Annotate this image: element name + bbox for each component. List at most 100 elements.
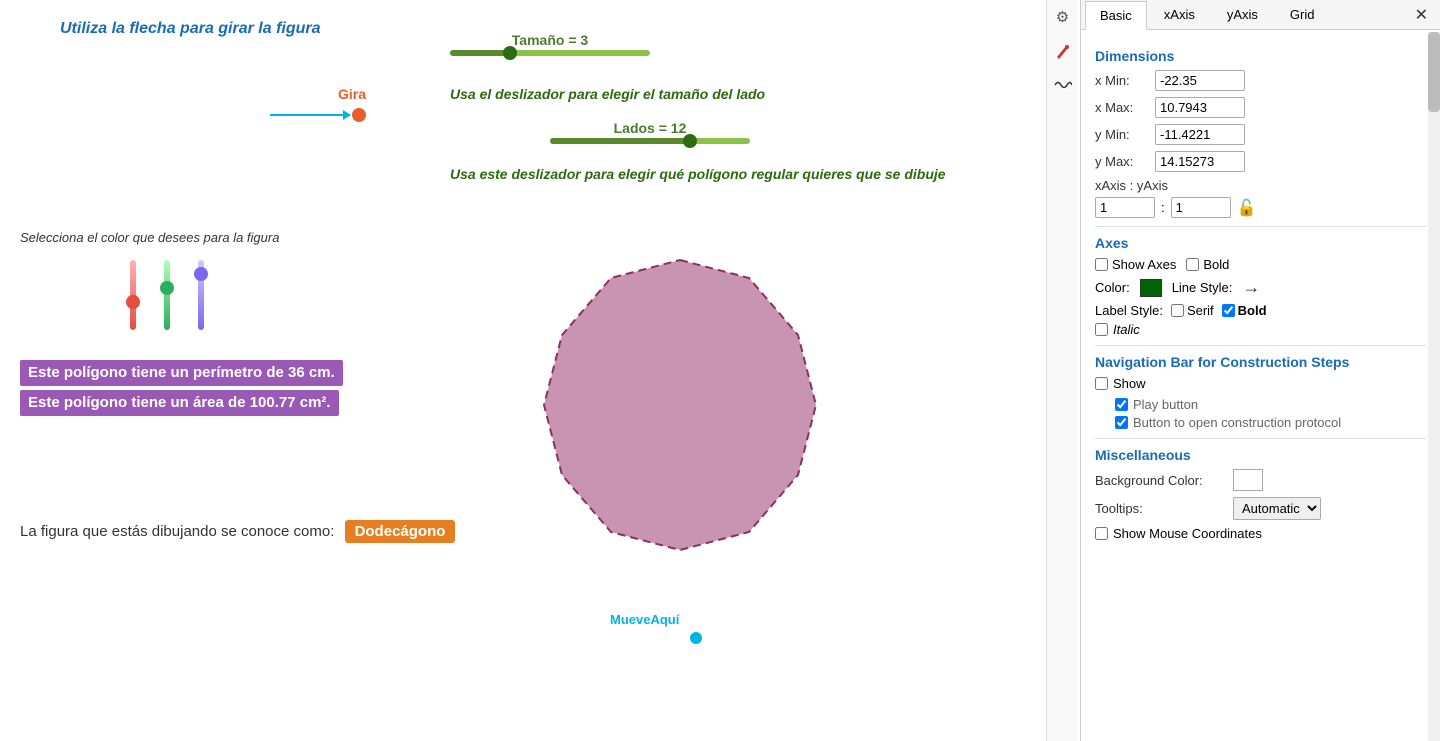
color-row: Color: Line Style: → (1095, 277, 1426, 298)
show-axes-checkbox-label[interactable]: Show Axes (1095, 257, 1176, 272)
tamano-label: Tamaño = 3 (450, 32, 650, 48)
serif-label: Serif (1187, 303, 1214, 318)
right-panel: Basic xAxis yAxis Grid ✕ Dimensions x Mi… (1080, 0, 1440, 741)
serif-checkbox[interactable] (1171, 304, 1184, 317)
green-color-slider[interactable] (164, 260, 170, 330)
bold2-checkbox-label[interactable]: Bold (1222, 303, 1267, 318)
polygon-svg (520, 240, 840, 620)
color-section-label: Selecciona el color que desees para la f… (20, 230, 279, 245)
scroll-thumb[interactable] (1428, 32, 1440, 112)
axes-color-box[interactable] (1140, 279, 1162, 297)
perimeter-text: Este polígono tiene un perímetro de 36 c… (28, 364, 335, 381)
purple-color-slider[interactable] (198, 260, 204, 330)
gear-icon[interactable]: ⚙ (1050, 4, 1076, 30)
panel-content: Dimensions x Min: x Max: y Min: y Max: x… (1081, 30, 1440, 741)
rotation-arrow-group: Gira (270, 108, 366, 122)
italic-checkbox-label[interactable]: Italic (1095, 322, 1426, 337)
lock-icon[interactable]: 🔓 (1237, 198, 1257, 218)
ymax-row: y Max: (1095, 151, 1426, 172)
tamano-slider-thumb[interactable] (503, 46, 517, 60)
axes-title: Axes (1095, 235, 1426, 251)
bg-color-row: Background Color: (1095, 469, 1426, 491)
xmax-row: x Max: (1095, 97, 1426, 118)
tooltips-label: Tooltips: (1095, 501, 1225, 516)
lados-hint: Usa este deslizador para elegir qué polí… (450, 166, 946, 182)
xmax-label: x Max: (1095, 100, 1155, 115)
nav-show-checkbox[interactable] (1095, 377, 1108, 390)
italic-label: Italic (1113, 322, 1140, 337)
figure-name-badge: Dodecágono (345, 520, 456, 543)
tab-bar: Basic xAxis yAxis Grid ✕ (1081, 0, 1440, 30)
red-thumb[interactable] (126, 295, 140, 309)
tab-basic[interactable]: Basic (1085, 1, 1147, 30)
ratio-x-input[interactable] (1095, 197, 1155, 218)
show-mouse-row: Show Mouse Coordinates (1095, 526, 1426, 541)
button-open-checkbox-label[interactable]: Button to open construction protocol (1115, 415, 1426, 430)
label-style-label: Label Style: (1095, 303, 1163, 318)
play-button-checkbox[interactable] (1115, 398, 1128, 411)
figure-name-container: La figura que estás dibujando se conoce … (20, 520, 455, 543)
bg-color-box[interactable] (1233, 469, 1263, 491)
show-mouse-label[interactable]: Show Mouse Coordinates (1095, 526, 1426, 541)
bold2-checkbox[interactable] (1222, 304, 1235, 317)
lados-slider-thumb[interactable] (683, 134, 697, 148)
line-style-arrow-icon[interactable]: → (1242, 277, 1260, 298)
ratio-colon: : (1161, 200, 1165, 215)
button-open-label: Button to open construction protocol (1133, 415, 1341, 430)
perimeter-box: Este polígono tiene un perímetro de 36 c… (20, 360, 343, 386)
tooltips-select[interactable]: Automatic (1233, 497, 1321, 520)
serif-checkbox-label[interactable]: Serif (1171, 303, 1214, 318)
button-open-checkbox[interactable] (1115, 416, 1128, 429)
lados-slider-track[interactable] (550, 138, 750, 144)
mueveaqui-label: MueveAquí (610, 612, 679, 627)
xmin-input[interactable] (1155, 70, 1245, 91)
tamano-slider-container: Tamaño = 3 (450, 32, 650, 56)
main-canvas: Utiliza la flecha para girar la figura T… (0, 0, 1080, 741)
lados-label: Lados = 12 (550, 120, 750, 136)
italic-checkbox[interactable] (1095, 323, 1108, 336)
green-thumb[interactable] (160, 281, 174, 295)
canvas-title: Utiliza la flecha para girar la figura (60, 20, 321, 38)
figure-prefix: La figura que estás dibujando se conoce … (20, 523, 334, 540)
marker-icon[interactable] (1050, 38, 1076, 64)
ratio-y-input[interactable] (1171, 197, 1231, 218)
lados-slider-container: Lados = 12 (550, 120, 750, 144)
show-mouse-text: Show Mouse Coordinates (1113, 526, 1262, 541)
bold-checkbox-label[interactable]: Bold (1186, 257, 1229, 272)
show-mouse-checkbox[interactable] (1095, 527, 1108, 540)
italic-row: Italic (1095, 322, 1426, 337)
tab-yaxis[interactable]: yAxis (1212, 0, 1273, 29)
red-color-slider[interactable] (130, 260, 136, 330)
color-label: Color: (1095, 280, 1130, 295)
show-axes-checkbox[interactable] (1095, 258, 1108, 271)
scroll-track (1428, 32, 1440, 741)
ymax-input[interactable] (1155, 151, 1245, 172)
ratio-row: : 🔓 (1095, 197, 1426, 218)
wave-icon[interactable] (1050, 72, 1076, 98)
nav-bar-sub: Play button Button to open construction … (1115, 397, 1426, 430)
mueveaqui-dot[interactable] (690, 632, 702, 644)
side-toolbar: ⚙ (1046, 0, 1078, 741)
bold-checkbox[interactable] (1186, 258, 1199, 271)
purple-thumb[interactable] (194, 267, 208, 281)
play-button-checkbox-label[interactable]: Play button (1115, 397, 1426, 412)
tamano-hint: Usa el deslizador para elegir el tamaño … (450, 86, 765, 102)
color-sliders-row (130, 260, 204, 330)
nav-bar-title: Navigation Bar for Construction Steps (1095, 354, 1426, 370)
tamano-slider-track[interactable] (450, 50, 650, 56)
tooltips-row: Tooltips: Automatic (1095, 497, 1426, 520)
bold2-label: Bold (1238, 303, 1267, 318)
play-button-label: Play button (1133, 397, 1198, 412)
area-text: Este polígono tiene un área de 100.77 cm… (28, 394, 331, 411)
axes-show-row: Show Axes Bold (1095, 257, 1426, 272)
misc-title: Miscellaneous (1095, 447, 1426, 463)
nav-show-label[interactable]: Show (1095, 376, 1426, 391)
rotation-dot[interactable]: Gira (352, 108, 366, 122)
tab-grid[interactable]: Grid (1275, 0, 1330, 29)
tab-xaxis[interactable]: xAxis (1149, 0, 1210, 29)
xmax-input[interactable] (1155, 97, 1245, 118)
ymin-row: y Min: (1095, 124, 1426, 145)
label-style-row: Label Style: Serif Bold (1095, 303, 1426, 318)
close-icon[interactable]: ✕ (1407, 1, 1436, 29)
ymin-input[interactable] (1155, 124, 1245, 145)
